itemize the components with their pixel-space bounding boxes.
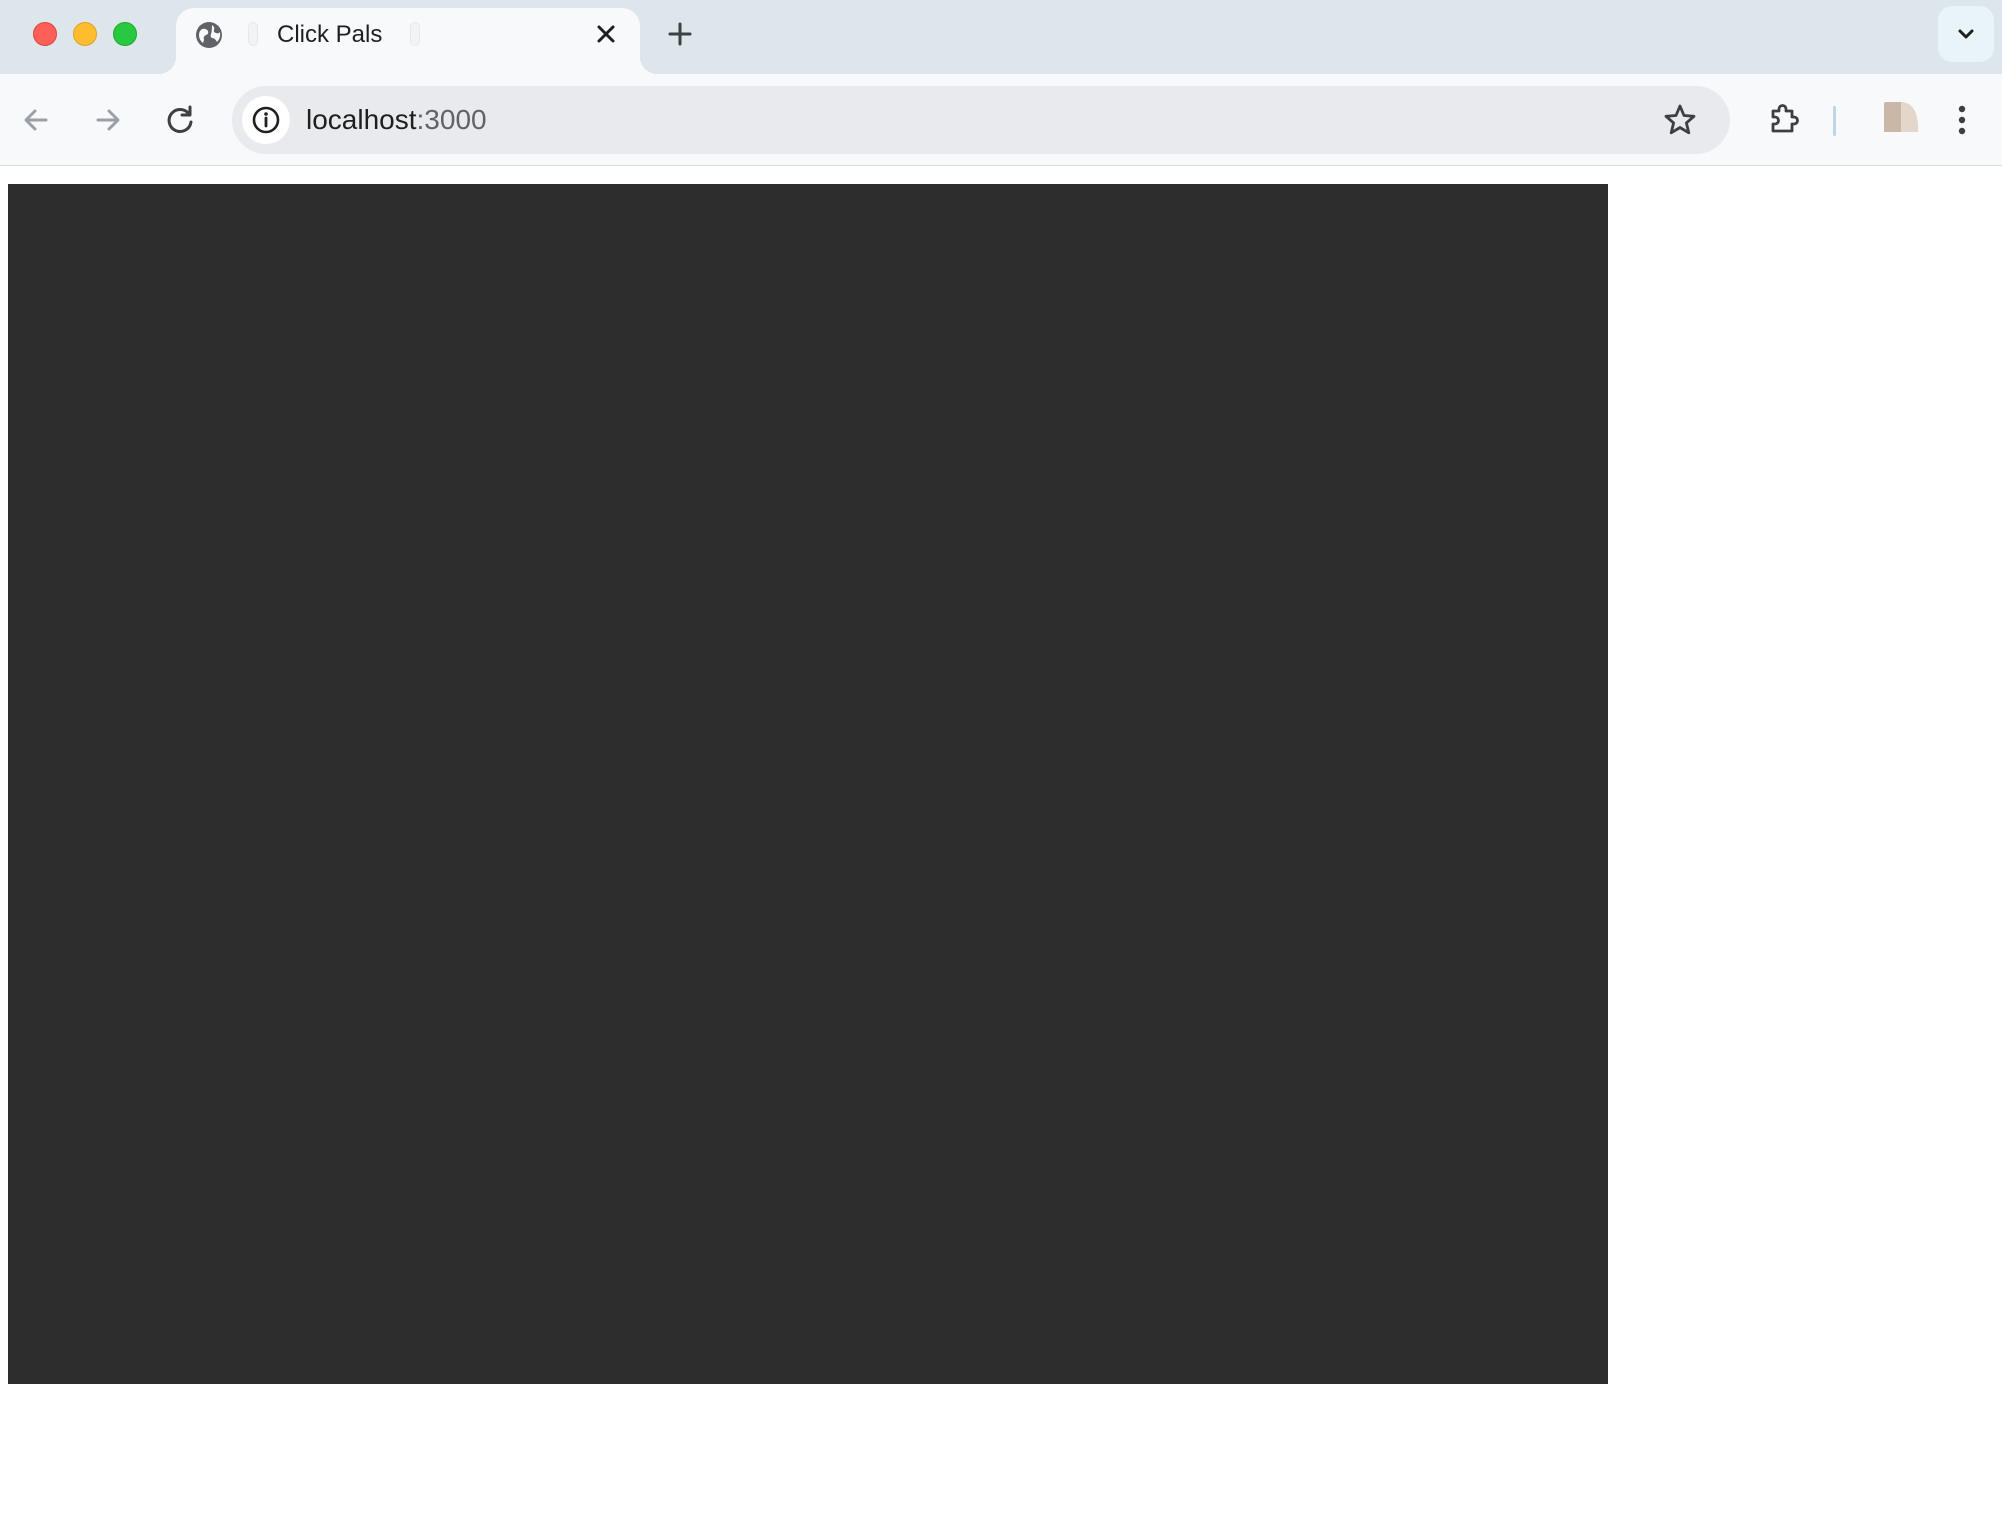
reload-icon[interactable] (160, 100, 200, 140)
page-content (0, 167, 2002, 1530)
close-icon[interactable] (590, 18, 622, 50)
arrow-left-icon[interactable] (16, 100, 56, 140)
info-icon (252, 106, 280, 134)
window-close-button[interactable] (33, 22, 57, 46)
url-host: localhost (306, 104, 417, 135)
window-maximize-button[interactable] (113, 22, 137, 46)
url-port: :3000 (416, 104, 487, 135)
tab-title-decoration (248, 22, 258, 46)
address-bar[interactable]: localhost:3000 (232, 86, 1730, 154)
globe-icon (196, 22, 222, 48)
tab-title: Click Pals (277, 21, 383, 48)
window-minimize-button[interactable] (73, 22, 97, 46)
site-info-button[interactable] (242, 96, 290, 144)
tab-strip: Click Pals (0, 0, 2002, 74)
tab-click-pals[interactable]: Click Pals (158, 8, 658, 74)
plus-icon[interactable] (664, 18, 696, 50)
arrow-right-icon[interactable] (88, 100, 128, 140)
tab-title-decoration (410, 22, 420, 46)
puzzle-icon[interactable] (1764, 98, 1804, 138)
chevron-down-icon (1958, 29, 1974, 39)
avatar[interactable] (1882, 98, 1920, 136)
game-canvas[interactable] (8, 184, 1608, 1384)
browser-toolbar: localhost:3000 (0, 74, 2002, 166)
url-text[interactable]: localhost:3000 (306, 104, 487, 136)
kebab-menu-icon[interactable] (1942, 100, 1982, 140)
toolbar-divider (1833, 106, 1836, 136)
tab-search-button[interactable] (1938, 6, 1994, 62)
star-icon[interactable] (1662, 102, 1698, 138)
